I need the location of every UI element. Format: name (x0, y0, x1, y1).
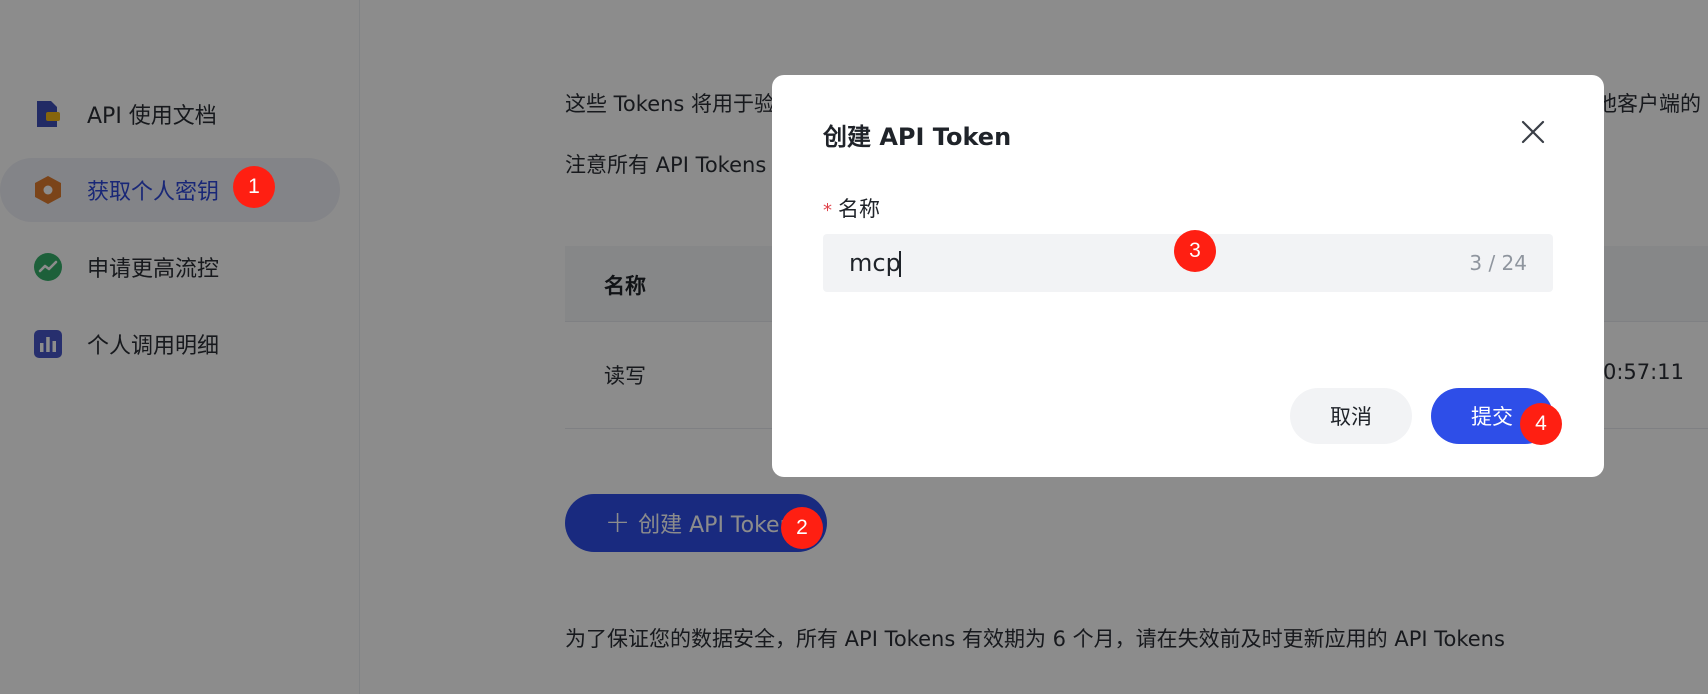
close-icon[interactable] (1518, 117, 1548, 147)
required-mark: * (823, 200, 832, 221)
create-token-dialog: 创建 API Token *名称 3 / 24 取消 提交 (772, 75, 1604, 477)
name-field-label-text: 名称 (838, 197, 880, 221)
dialog-title: 创建 API Token (823, 123, 1012, 151)
step-marker-3: 3 (1174, 230, 1216, 272)
page: API 使用文档 获取个人密钥 申请更高流控 个人调用明细 这些 Tokens … (0, 0, 1708, 694)
name-field-label: * 名称 (823, 193, 880, 223)
step-marker-4: 4 (1520, 403, 1562, 445)
name-input[interactable] (849, 234, 1409, 292)
character-counter: 3 / 24 (1469, 251, 1527, 275)
cancel-button[interactable]: 取消 (1290, 388, 1412, 444)
text-cursor (899, 251, 901, 277)
step-marker-2: 2 (781, 507, 823, 549)
step-marker-1: 1 (233, 166, 275, 208)
